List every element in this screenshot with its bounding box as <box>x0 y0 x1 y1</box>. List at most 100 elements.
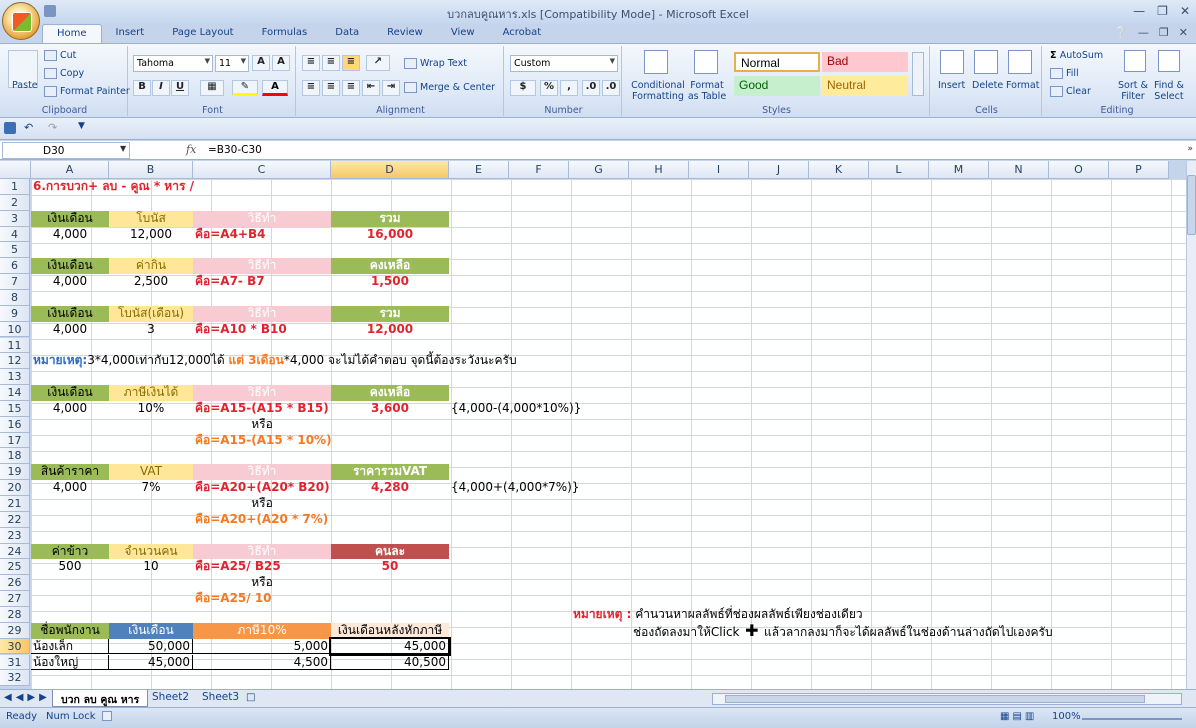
close-icon[interactable]: ✕ <box>1179 26 1188 39</box>
column-header-n[interactable]: N <box>989 161 1049 179</box>
find-select-button[interactable]: Find & Select <box>1154 80 1184 102</box>
insert-cells-icon[interactable] <box>940 50 964 74</box>
sheet-nav-icon[interactable]: ◀◀▶▶ <box>4 692 51 703</box>
format-cells-button[interactable]: Format <box>1006 80 1039 91</box>
clear-button[interactable]: Clear <box>1066 86 1091 97</box>
row-header-15[interactable]: 15 <box>0 400 30 417</box>
cell-r30c[interactable]: 5,000 <box>193 638 331 655</box>
autosum-button[interactable]: AutoSum <box>1060 50 1103 61</box>
cell-d3[interactable]: รวม <box>331 210 449 227</box>
format-cells-icon[interactable] <box>1008 50 1032 74</box>
row-header-16[interactable]: 16 <box>0 416 30 433</box>
cell-c3[interactable]: วิธีทำ <box>193 210 331 227</box>
cell-h28-note[interactable]: หมายเหตุ : คำนวนหาผลลัพธ์ที่ช่องผลลัพธ์เ… <box>571 607 865 622</box>
column-header-a[interactable]: A <box>31 161 109 179</box>
row-header-2[interactable]: 2 <box>0 194 30 211</box>
cell-r10d[interactable]: 12,000 <box>331 322 449 338</box>
cell-r15b[interactable]: 10% <box>109 401 193 417</box>
column-header-c[interactable]: C <box>193 161 331 179</box>
cell-d14[interactable]: คงเหลือ <box>331 385 449 401</box>
close-icon[interactable]: ✕ <box>1180 4 1190 18</box>
zoom-level[interactable]: 100% <box>1052 711 1081 722</box>
cell-b24[interactable]: จำนวนคน <box>109 543 193 560</box>
cell-a29[interactable]: ชื่อพนักงาน <box>31 622 109 639</box>
row-header-20[interactable]: 20 <box>0 480 30 496</box>
style-normal[interactable]: Normal <box>734 52 820 72</box>
cell-c29[interactable]: ภาษี10% <box>193 622 331 639</box>
decrease-decimal-icon[interactable]: .0 <box>602 80 620 96</box>
row-header-23[interactable]: 23 <box>0 527 30 544</box>
column-header-i[interactable]: I <box>689 161 749 179</box>
vertical-scrollbar[interactable] <box>1186 161 1196 689</box>
column-header-j[interactable]: J <box>749 161 809 179</box>
row-header-3[interactable]: 3 <box>0 210 30 227</box>
row-header-5[interactable]: 5 <box>0 242 30 259</box>
cell-r7c[interactable]: คือ=A7- B7 <box>193 274 331 290</box>
cell-a19[interactable]: สินค้าราคา <box>31 464 109 481</box>
sort-filter-icon[interactable] <box>1124 50 1146 72</box>
cell-r15d[interactable]: 3,600 <box>331 401 449 417</box>
fill-button[interactable]: Fill <box>1066 68 1079 79</box>
cell-a9[interactable]: เงินเดือน <box>31 305 109 322</box>
cell-r31b[interactable]: 45,000 <box>109 654 193 671</box>
font-name-select[interactable]: Tahoma ▼ <box>133 55 213 72</box>
row-header-7[interactable]: 7 <box>0 274 30 290</box>
align-left-icon[interactable]: ≡ <box>302 80 320 96</box>
select-all-corner[interactable] <box>0 161 31 179</box>
cell-r4d[interactable]: 16,000 <box>331 227 449 243</box>
cell-c14[interactable]: วิธีทำ <box>193 385 331 401</box>
cell-d30-selected[interactable]: 45,000 <box>329 636 451 657</box>
expand-formula-icon[interactable]: » <box>1187 144 1193 154</box>
delete-cells-icon[interactable] <box>974 50 998 74</box>
help-icon[interactable]: ❔ <box>1114 26 1128 39</box>
cell-or[interactable]: หรือ <box>193 575 331 591</box>
cell-b29[interactable]: เงินเดือน <box>109 622 193 639</box>
cell-d24[interactable]: คนละ <box>331 543 449 560</box>
align-bottom-icon[interactable]: ≡ <box>342 55 360 71</box>
cell-r15e[interactable]: {4,000-(4,000*10%)} <box>449 401 629 417</box>
cell-r30a[interactable]: น้องเล็ก <box>31 638 109 655</box>
number-format-select[interactable]: Custom ▼ <box>510 55 618 72</box>
row-header-30[interactable]: 30 <box>0 638 30 655</box>
orientation-icon[interactable]: ↗ <box>366 55 390 71</box>
cell-r25c[interactable]: คือ=A25/ B25 <box>193 559 331 575</box>
insert-cells-button[interactable]: Insert <box>938 80 965 91</box>
cell-b19[interactable]: VAT <box>109 464 193 481</box>
font-size-select[interactable]: 11 ▼ <box>215 55 249 72</box>
column-header-p[interactable]: P <box>1109 161 1169 179</box>
increase-decimal-icon[interactable]: .0 <box>582 80 600 96</box>
cell-c6[interactable]: วิธีทำ <box>193 258 331 275</box>
cell-a1-title[interactable]: 6.การบวก+ ลบ - คูณ * หาร / <box>31 179 331 195</box>
sheet-tab-1[interactable]: บวก ลบ คูณ หาร <box>52 690 149 707</box>
cell-c4[interactable]: คือ=A4+B4 <box>193 227 331 243</box>
cell-r4b[interactable]: 12,000 <box>109 227 193 243</box>
tab-home[interactable]: Home <box>42 24 102 44</box>
font-color-icon[interactable]: A <box>262 80 288 96</box>
wrap-text-button[interactable]: Wrap Text <box>420 58 467 69</box>
cell-r20d[interactable]: 4,280 <box>331 480 449 496</box>
style-bad[interactable]: Bad <box>822 52 908 72</box>
column-header-m[interactable]: M <box>929 161 989 179</box>
cell-r17c[interactable]: คือ=A15-(A15 * 10%) <box>193 433 449 449</box>
horizontal-scrollbar[interactable] <box>712 693 1182 705</box>
cell-r7b[interactable]: 2,500 <box>109 274 193 290</box>
cell-r10a[interactable]: 4,000 <box>31 322 109 338</box>
row-header-19[interactable]: 19 <box>0 464 30 481</box>
cell-a12-note[interactable]: หมายเหตุ:3*4,000เท่ากับ12,000ได้ แต่ 3เด… <box>31 353 519 369</box>
cell-r31c[interactable]: 4,500 <box>193 654 331 671</box>
cell-r7a[interactable]: 4,000 <box>31 274 109 290</box>
cell-r20b[interactable]: 7% <box>109 480 193 496</box>
sheet-tab-3[interactable]: Sheet3 <box>194 690 247 707</box>
save-icon[interactable] <box>44 5 56 17</box>
cell-d9[interactable]: รวม <box>331 305 449 322</box>
row-header-14[interactable]: 14 <box>0 385 30 401</box>
currency-icon[interactable]: $ <box>510 80 536 96</box>
worksheet-grid[interactable]: 6.การบวก+ ลบ - คูณ * หาร / เงินเดือน โบนัส… <box>31 179 1186 689</box>
row-header-13[interactable]: 13 <box>0 369 30 386</box>
name-box-dropdown-icon[interactable]: ▼ <box>120 144 126 153</box>
row-header-17[interactable]: 17 <box>0 432 30 449</box>
formula-input[interactable]: =B30-C30 <box>208 144 262 156</box>
conditional-formatting-button[interactable]: Conditional Formatting <box>628 80 688 102</box>
column-header-h[interactable]: H <box>629 161 689 179</box>
restore-icon[interactable]: ❐ <box>1157 4 1168 18</box>
